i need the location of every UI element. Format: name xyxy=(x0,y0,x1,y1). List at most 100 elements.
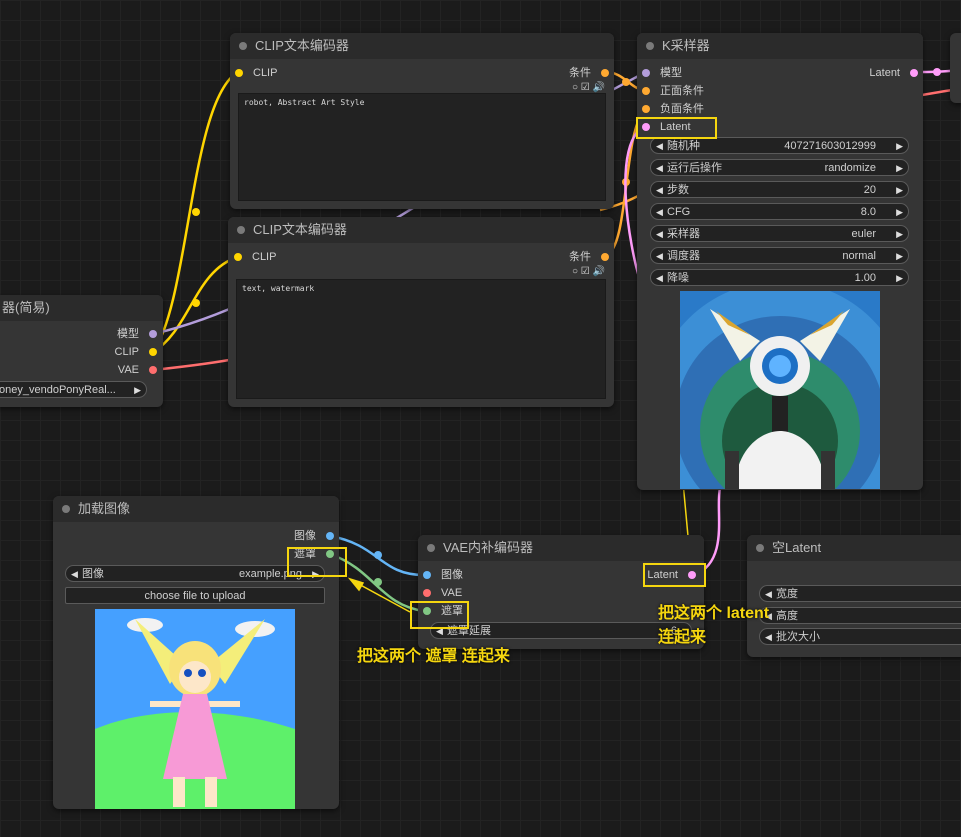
pin-dot[interactable] xyxy=(642,69,650,77)
annotation-latent-note-2: 连起来 xyxy=(658,629,707,646)
checkpoint-loader-node[interactable]: 器(简易) 模型 CLIP VAE oney_vendoPonyReal... … xyxy=(0,295,163,407)
prompt-textarea[interactable]: robot, Abstract Art Style xyxy=(238,93,606,201)
ksampler-widget[interactable]: ◀ 采样器 euler ▶ xyxy=(650,225,909,242)
collapse-dot-icon[interactable] xyxy=(427,544,435,552)
highlight-vae-mask xyxy=(410,601,469,629)
arrow-left-icon[interactable]: ◀ xyxy=(656,182,663,199)
input-clip[interactable]: CLIP xyxy=(234,249,276,265)
slot-label: 图像 xyxy=(294,530,316,542)
ksampler-widget[interactable]: ◀ 调度器 normal ▶ xyxy=(650,247,909,264)
pin-dot[interactable] xyxy=(149,330,157,338)
widget-label: 宽度 xyxy=(776,588,798,600)
slot-label: VAE xyxy=(117,364,139,376)
loaded-image-preview xyxy=(95,609,295,809)
pin-dot[interactable] xyxy=(234,253,242,261)
arrow-left-icon[interactable]: ◀ xyxy=(656,160,663,177)
pin-dot[interactable] xyxy=(326,532,334,540)
ksampler-widget[interactable]: ◀ CFG 8.0 ▶ xyxy=(650,203,909,220)
pin-dot[interactable] xyxy=(235,69,243,77)
collapse-dot-icon[interactable] xyxy=(237,226,245,234)
output-model[interactable]: 模型 xyxy=(117,326,157,342)
arrow-left-icon[interactable]: ◀ xyxy=(656,226,663,243)
arrow-right-icon[interactable]: ▶ xyxy=(896,248,903,265)
offscreen-node[interactable] xyxy=(950,33,961,103)
batch-size-widget[interactable]: ◀ 批次大小 xyxy=(759,628,961,645)
output-image[interactable]: 图像 xyxy=(294,528,334,544)
input-positive[interactable]: 正面条件 xyxy=(642,83,704,99)
ksampler-widget[interactable]: ◀ 运行后操作 randomize ▶ xyxy=(650,159,909,176)
input-clip[interactable]: CLIP xyxy=(235,65,277,81)
output-clip[interactable]: CLIP xyxy=(115,344,157,360)
ckpt-select[interactable]: oney_vendoPonyReal... ▶ xyxy=(0,381,147,398)
arrow-left-icon[interactable]: ◀ xyxy=(656,248,663,265)
pin-dot[interactable] xyxy=(149,366,157,374)
arrow-right-icon[interactable]: ▶ xyxy=(896,226,903,243)
arrow-right-icon[interactable]: ▶ xyxy=(896,138,903,155)
arrow-left-icon[interactable]: ◀ xyxy=(656,138,663,155)
clip-text-encode-node-2[interactable]: CLIP文本编码器 CLIP 条件 ○ ☑ 🔊 text, watermark xyxy=(228,217,614,407)
pin-dot[interactable] xyxy=(642,105,650,113)
node-title-text: 加载图像 xyxy=(78,501,131,516)
width-widget[interactable]: ◀ 宽度 xyxy=(759,585,961,602)
output-conditioning[interactable]: 条件 xyxy=(569,249,609,265)
slot-label: VAE xyxy=(441,587,463,599)
widget-label: CFG xyxy=(667,206,691,218)
arrow-right-icon[interactable]: ▶ xyxy=(134,382,141,399)
preview-toggles[interactable]: ○ ☑ 🔊 xyxy=(572,82,605,93)
arrow-left-icon[interactable]: ◀ xyxy=(765,629,772,646)
pin-dot[interactable] xyxy=(910,69,918,77)
arrow-left-icon[interactable]: ◀ xyxy=(656,204,663,221)
arrow-left-icon[interactable]: ◀ xyxy=(71,566,78,583)
widget-label: 步数 xyxy=(667,184,689,196)
ksampler-widget[interactable]: ◀ 降噪 1.00 ▶ xyxy=(650,269,909,286)
load-image-node[interactable]: 加载图像 图像 遮罩 ◀ 图像 example.png ▶ choose fil… xyxy=(53,496,339,809)
input-vae[interactable]: VAE xyxy=(423,585,462,601)
arrow-right-icon[interactable]: ▶ xyxy=(896,270,903,287)
pin-dot[interactable] xyxy=(601,69,609,77)
preview-toggles[interactable]: ○ ☑ 🔊 xyxy=(572,266,605,277)
wire-clip-1 xyxy=(151,70,239,353)
collapse-dot-icon[interactable] xyxy=(646,42,654,50)
node-title: 空Latent xyxy=(747,535,961,561)
ksampler-widget[interactable]: ◀ 步数 20 ▶ xyxy=(650,181,909,198)
pin-dot[interactable] xyxy=(423,571,431,579)
upload-button[interactable]: choose file to upload xyxy=(65,587,325,604)
ksampler-node[interactable]: K采样器 模型 正面条件 负面条件 Latent Latent ◀ 随机种 4072… xyxy=(637,33,923,490)
output-latent[interactable]: Latent xyxy=(869,65,918,81)
arrow-left-icon[interactable]: ◀ xyxy=(765,586,772,603)
pin-dot[interactable] xyxy=(642,87,650,95)
height-widget[interactable]: ◀ 高度 xyxy=(759,607,961,624)
widget-label: 运行后操作 xyxy=(667,162,722,174)
slot-label: 条件 xyxy=(569,251,591,263)
collapse-dot-icon[interactable] xyxy=(756,544,764,552)
image-select[interactable]: ◀ 图像 example.png ▶ xyxy=(65,565,325,582)
widget-value: 407271603012999 xyxy=(784,140,876,152)
slot-label: 模型 xyxy=(117,328,139,340)
output-conditioning[interactable]: 条件 xyxy=(569,65,609,81)
highlight-vae-latent xyxy=(643,563,706,587)
node-title-text: CLIP文本编码器 xyxy=(255,38,349,53)
collapse-dot-icon[interactable] xyxy=(62,505,70,513)
pin-dot[interactable] xyxy=(601,253,609,261)
grow-mask-widget[interactable]: ◀ 遮罩延展 6 xyxy=(430,622,692,639)
output-vae[interactable]: VAE xyxy=(118,362,157,378)
node-title: 加载图像 xyxy=(53,496,339,522)
empty-latent-node[interactable]: 空Latent ◀ 宽度 ◀ 高度 ◀ 批次大小 xyxy=(747,535,961,657)
arrow-right-icon[interactable]: ▶ xyxy=(896,182,903,199)
input-image[interactable]: 图像 xyxy=(423,567,463,583)
clip-text-encode-node-1[interactable]: CLIP文本编码器 CLIP 条件 ○ ☑ 🔊 robot, Abstract … xyxy=(230,33,614,209)
node-title: 器(简易) xyxy=(0,295,163,321)
prompt-textarea[interactable]: text, watermark xyxy=(236,279,606,399)
wire-vae xyxy=(152,356,241,372)
arrow-right-icon[interactable]: ▶ xyxy=(896,204,903,221)
node-title: CLIP文本编码器 xyxy=(228,217,614,243)
slot-label: Latent xyxy=(869,67,900,79)
ksampler-widget[interactable]: ◀ 随机种 407271603012999 ▶ xyxy=(650,137,909,154)
input-model[interactable]: 模型 xyxy=(642,65,682,81)
input-negative[interactable]: 负面条件 xyxy=(642,101,704,117)
pin-dot[interactable] xyxy=(149,348,157,356)
arrow-right-icon[interactable]: ▶ xyxy=(896,160,903,177)
arrow-left-icon[interactable]: ◀ xyxy=(656,270,663,287)
pin-dot[interactable] xyxy=(423,589,431,597)
collapse-dot-icon[interactable] xyxy=(239,42,247,50)
